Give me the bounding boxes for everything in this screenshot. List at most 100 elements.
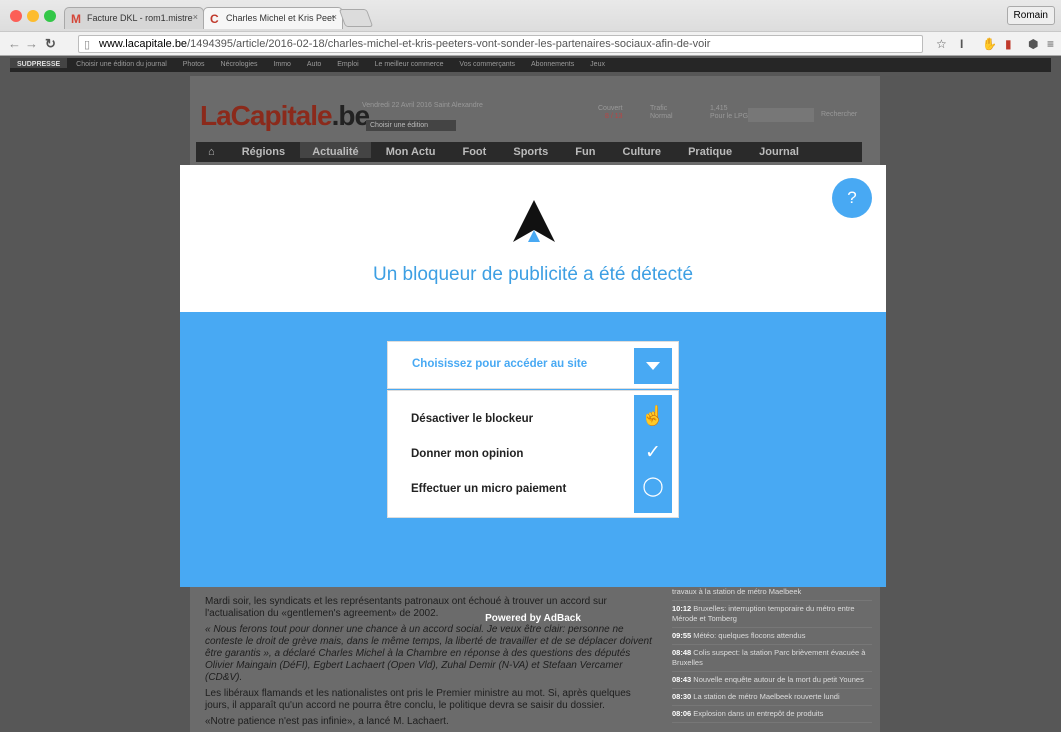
topbar-item[interactable]: Jeux — [583, 58, 612, 68]
news-text: La station de métro Maelbeek rouverte lu… — [693, 692, 840, 701]
menu-icon[interactable]: ≡ — [1047, 37, 1054, 51]
news-text: Explosion dans un entrepôt de produits — [693, 709, 824, 718]
extension-i-icon[interactable]: I — [960, 37, 963, 51]
tab-label: Facture DKL - rom1.mistre — [87, 13, 193, 23]
edition-select[interactable]: Choisir une édition — [366, 120, 456, 131]
topbar-item[interactable]: Nécrologies — [214, 58, 265, 68]
zoom-window-button[interactable] — [44, 10, 56, 22]
lpg-price: 1,415 Pour le LPG — [710, 105, 748, 121]
options-list: Désactiver le blockeur Donner mon opinio… — [387, 390, 679, 518]
site-logo[interactable]: LaCapitale.be — [200, 100, 370, 132]
topbar-item[interactable]: Abonnements — [524, 58, 581, 68]
modal-title: Un bloqueur de publicité a été détecté — [372, 264, 694, 285]
topbar-item[interactable]: Vos commerçants — [452, 58, 522, 68]
site-search-button[interactable]: Rechercher — [818, 108, 860, 121]
adback-logo-icon — [513, 200, 555, 242]
article-paragraph: « Nous ferons tout pour donner une chanc… — [205, 624, 652, 683]
adblock-modal: ? Un bloqueur de publicité a été détecté… — [180, 165, 886, 587]
menu-item[interactable]: Journal — [747, 142, 811, 158]
traffic-label: Trafic — [650, 105, 668, 112]
tab-lacapitale[interactable]: C Charles Michel et Kris Peet × — [203, 7, 343, 29]
access-choice-dropdown[interactable]: Choisissez pour accéder au site — [387, 341, 679, 389]
back-icon[interactable]: ← — [8, 36, 21, 51]
menu-item[interactable]: Sports — [501, 142, 560, 158]
news-time: 10:12 — [672, 604, 692, 613]
page-icon: ▯ — [84, 39, 91, 51]
site-search-input[interactable] — [748, 108, 814, 122]
weather-label: Couvert — [598, 105, 623, 112]
profile-button[interactable]: Romain — [1006, 6, 1055, 25]
forward-icon[interactable]: → — [25, 36, 38, 51]
news-item[interactable]: 08:30 La station de métro Maelbeek rouve… — [672, 689, 872, 706]
address-bar[interactable]: ▯ www.lacapitale.be/1494395/article/2016… — [78, 35, 923, 53]
news-time: 08:48 — [672, 648, 692, 657]
topbar-item[interactable]: Photos — [176, 58, 212, 68]
traffic: Trafic Normal — [650, 105, 673, 121]
news-time: 08:30 — [672, 692, 692, 701]
news-item[interactable]: 09:55 Météo: quelques flocons attendus — [672, 628, 872, 645]
site-topbar: SUDPRESSE Choisir une édition du journal… — [10, 58, 1051, 72]
menu-item[interactable]: Mon Actu — [374, 142, 448, 158]
navigation-bar: ← → ↻ ▯ www.lacapitale.be/1494395/articl… — [0, 31, 1061, 55]
gmail-icon: M — [71, 12, 81, 26]
weather-temp: 8 / 13 — [605, 113, 623, 120]
traffic-state: Normal — [650, 113, 673, 120]
tab-label: Charles Michel et Kris Peet — [226, 13, 335, 23]
modal-options-panel: Choisissez pour accéder au site Désactiv… — [180, 312, 886, 587]
news-time: 08:06 — [672, 709, 692, 718]
menu-item[interactable]: Culture — [611, 142, 674, 158]
site-menu: ⌂ Régions Actualité Mon Actu Foot Sports… — [196, 142, 862, 162]
chevron-down-icon[interactable] — [634, 348, 672, 384]
news-item[interactable]: 08:06 Explosion dans un entrepôt de prod… — [672, 706, 872, 723]
menu-item[interactable]: Régions — [230, 142, 297, 158]
option-micro-payment[interactable]: Effectuer un micro paiement — [411, 483, 566, 495]
topbar-item[interactable]: Immo — [266, 58, 298, 68]
new-tab-button[interactable] — [338, 9, 374, 27]
topbar-item[interactable]: Emploi — [330, 58, 365, 68]
news-item[interactable]: 08:43 Nouvelle enquête autour de la mort… — [672, 672, 872, 689]
topbar-item[interactable]: Auto — [300, 58, 328, 68]
news-feed: travaux à la station de métro Maelbeek 1… — [672, 584, 872, 723]
powered-by[interactable]: Powered by AdBack — [180, 613, 886, 624]
extension-adblock-icon[interactable]: ⬢ — [1028, 37, 1038, 51]
news-time: 09:55 — [672, 631, 692, 640]
article-paragraph: «Notre patience n'est pas infinie», a la… — [205, 716, 449, 727]
site-date: Vendredi 22 Avril 2016 Saint Alexandre — [362, 102, 483, 109]
topbar-brand[interactable]: SUDPRESSE — [10, 58, 68, 68]
menu-item[interactable]: Actualité — [300, 142, 371, 158]
extension-bottle-icon[interactable]: ▮ — [1005, 37, 1012, 51]
option-disable-blocker[interactable]: Désactiver le blockeur — [411, 413, 533, 425]
news-item[interactable]: 08:48 Colis suspect: la station Parc bri… — [672, 645, 872, 672]
news-text: Colis suspect: la station Parc brièvemen… — [672, 648, 866, 667]
news-text: Météo: quelques flocons attendus — [693, 631, 806, 640]
url-domain: www.lacapitale.be — [99, 38, 188, 50]
logo-text: LaCapitale — [200, 100, 333, 131]
browser-chrome: M Facture DKL - rom1.mistre × C Charles … — [0, 0, 1061, 56]
lacapitale-icon: C — [210, 12, 219, 26]
tab-close-icon[interactable]: × — [193, 12, 198, 22]
tab-close-icon[interactable]: × — [332, 12, 337, 22]
help-button[interactable]: ? — [832, 178, 872, 218]
coin-icon[interactable]: ◯ — [635, 475, 671, 498]
checkmark-icon[interactable]: ✓ — [635, 441, 671, 464]
close-window-button[interactable] — [10, 10, 22, 22]
option-give-opinion[interactable]: Donner mon opinion — [411, 448, 523, 460]
hand-pointer-icon[interactable]: ☝ — [635, 404, 671, 428]
dropdown-label: Choisissez pour accéder au site — [412, 358, 588, 370]
menu-item[interactable]: Fun — [563, 142, 607, 158]
tab-gmail[interactable]: M Facture DKL - rom1.mistre × — [64, 7, 204, 29]
url-path: /1494395/article/2016-02-18/charles-mich… — [187, 38, 711, 50]
weather: Couvert 8 / 13 — [598, 105, 623, 121]
article-paragraph: Les libéraux flamands et les nationalist… — [205, 688, 631, 711]
home-icon[interactable]: ⌂ — [196, 142, 227, 158]
minimize-window-button[interactable] — [27, 10, 39, 22]
menu-item[interactable]: Foot — [450, 142, 498, 158]
reload-icon[interactable]: ↻ — [45, 36, 56, 52]
menu-item[interactable]: Pratique — [676, 142, 744, 158]
news-text: Nouvelle enquête autour de la mort du pe… — [693, 675, 864, 684]
topbar-item[interactable]: Choisir une édition du journal — [69, 58, 174, 68]
lpg-value: 1,415 — [710, 105, 728, 112]
bookmark-star-icon[interactable]: ☆ — [936, 37, 947, 51]
topbar-item[interactable]: Le meilleur commerce — [368, 58, 451, 68]
extension-hand-icon[interactable]: ✋ — [982, 37, 997, 51]
